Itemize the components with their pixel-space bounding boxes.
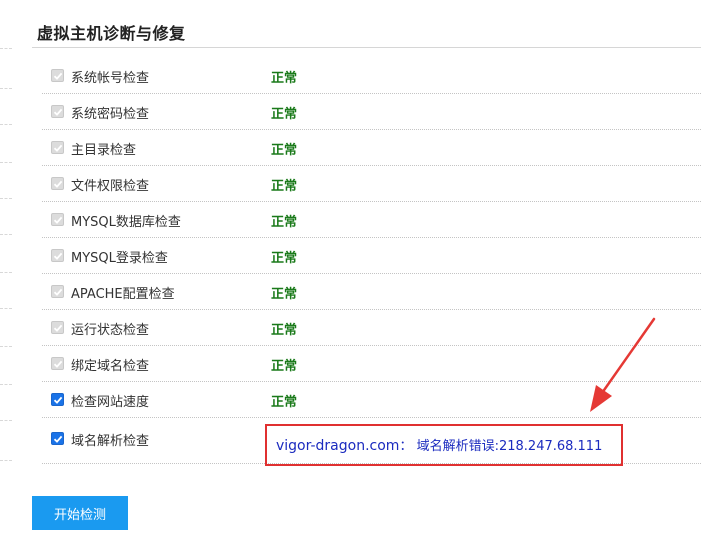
dns-error-message: vigor-dragon.com： 域名解析错误:218.247.68.111 — [276, 435, 602, 454]
check-row-home-dir: 主目录检查 正常 — [42, 130, 701, 166]
check-status: 正常 — [271, 359, 298, 374]
check-row-dns: 域名解析检查 vigor-dragon.com： 域名解析错误:218.247.… — [42, 418, 701, 466]
check-icon-disabled — [51, 321, 64, 334]
check-status: 正常 — [271, 71, 298, 86]
check-status: 正常 — [271, 251, 298, 266]
check-row-mysql-login: MYSQL登录检查 正常 — [42, 238, 701, 274]
check-label: 检查网站速度 — [71, 395, 150, 410]
check-label: 主目录检查 — [71, 143, 137, 158]
check-status: 正常 — [271, 395, 298, 410]
check-icon-disabled — [51, 249, 64, 262]
check-icon-disabled — [51, 141, 64, 154]
dns-error-detail: 域名解析错误:218.247.68.111 — [416, 439, 603, 454]
check-icon-disabled — [51, 69, 64, 82]
check-row-file-permission: 文件权限检查 正常 — [42, 166, 701, 202]
start-detection-button[interactable]: 开始检测 — [32, 496, 128, 530]
check-label: 域名解析检查 — [71, 434, 150, 449]
title-divider — [32, 47, 701, 48]
check-label: 文件权限检查 — [71, 179, 150, 194]
check-label: 运行状态检查 — [71, 323, 150, 338]
check-icon-disabled — [51, 357, 64, 370]
check-row-mysql-db: MYSQL数据库检查 正常 — [42, 202, 701, 238]
error-highlight-box: vigor-dragon.com： 域名解析错误:218.247.68.111 — [265, 424, 623, 466]
check-icon-disabled — [51, 177, 64, 190]
red-arrow-icon — [590, 317, 656, 412]
check-status: 正常 — [271, 143, 298, 158]
dns-domain: vigor-dragon.com — [276, 438, 400, 454]
check-status: 正常 — [271, 179, 298, 194]
check-label: APACHE配置检查 — [71, 287, 175, 302]
left-panel-edge — [0, 0, 14, 549]
check-status: 正常 — [271, 215, 298, 230]
check-row-system-account: 系统帐号检查 正常 — [42, 58, 701, 94]
dns-check-checkbox[interactable] — [51, 432, 64, 445]
check-label: MYSQL登录检查 — [71, 251, 168, 266]
site-speed-checkbox[interactable] — [51, 393, 64, 406]
check-label: 绑定域名检查 — [71, 359, 150, 374]
check-icon-disabled — [51, 213, 64, 226]
dns-separator: ： — [399, 439, 413, 454]
check-label: MYSQL数据库检查 — [71, 215, 181, 230]
check-row-system-password: 系统密码检查 正常 — [42, 94, 701, 130]
check-label: 系统密码检查 — [71, 107, 150, 122]
check-status: 正常 — [271, 323, 298, 338]
check-status: 正常 — [271, 107, 298, 122]
check-icon-disabled — [51, 105, 64, 118]
check-icon-disabled — [51, 285, 64, 298]
check-label: 系统帐号检查 — [71, 71, 150, 86]
check-row-apache-config: APACHE配置检查 正常 — [42, 274, 701, 310]
check-status: 正常 — [271, 287, 298, 302]
page-title: 虚拟主机诊断与修复 — [37, 24, 186, 43]
